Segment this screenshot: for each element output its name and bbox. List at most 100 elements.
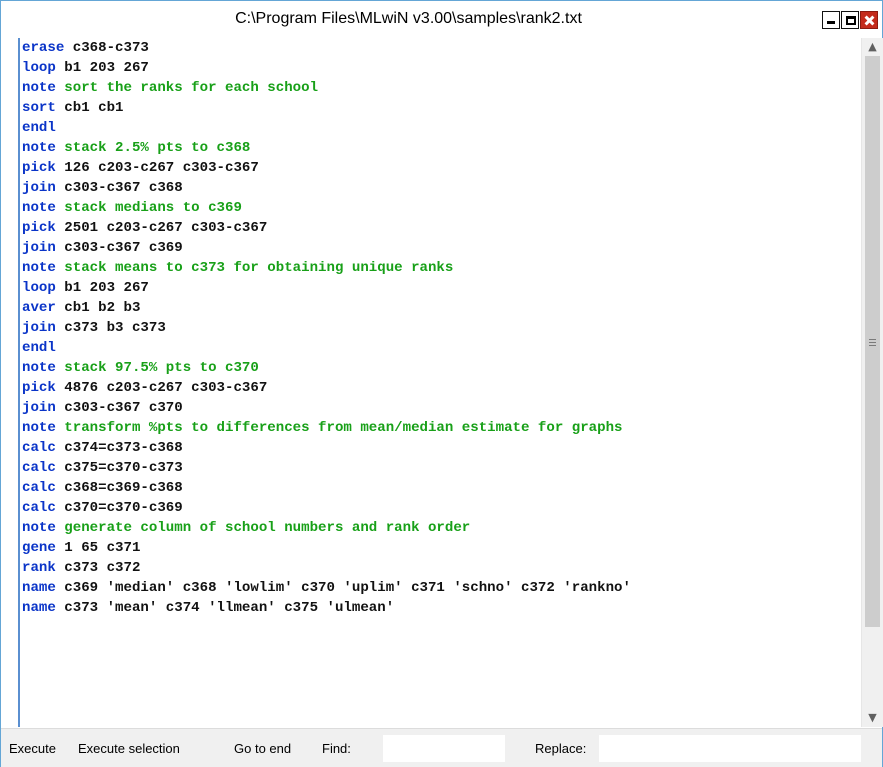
command-arguments: b1 203 267 [55,280,149,296]
script-command-line[interactable]: calc c374=c373-c368 [20,438,860,458]
scroll-down-arrow-icon[interactable]: ▼ [862,709,883,727]
note-text: transform %pts to differences from mean/… [55,420,623,436]
command-keyword: aver [22,300,56,316]
script-command-line[interactable]: join c303-c367 c368 [20,178,860,198]
command-keyword: pick [22,380,56,396]
command-keyword: join [22,180,56,196]
script-command-line[interactable]: gene 1 65 c371 [20,538,860,558]
note-text: generate column of school numbers and ra… [55,520,471,536]
script-command-line[interactable]: calc c370=c370-c369 [20,498,860,518]
script-command-line[interactable]: name c369 'median' c368 'lowlim' c370 'u… [20,578,860,598]
command-keyword: note [22,140,56,156]
note-text: stack 97.5% pts to c370 [55,360,259,376]
minimize-button[interactable] [822,11,840,29]
command-arguments: c373 c372 [55,560,141,576]
vertical-scrollbar[interactable]: ▲ ▼ [861,38,883,727]
command-arguments: cb1 b2 b3 [55,300,141,316]
command-keyword: name [22,580,56,596]
grip-line [869,345,876,346]
script-command-line[interactable]: erase c368-c373 [20,38,860,58]
find-input[interactable] [383,735,505,762]
script-command-line[interactable]: join c373 b3 c373 [20,318,860,338]
command-keyword: calc [22,500,56,516]
command-keyword: pick [22,160,56,176]
command-arguments: c375=c370-c373 [55,460,183,476]
command-keyword: note [22,360,56,376]
grip-line [869,342,876,343]
go-to-end-button[interactable]: Go to end [234,741,291,757]
command-keyword: join [22,320,56,336]
script-command-line[interactable]: calc c368=c369-c368 [20,478,860,498]
scroll-up-arrow-icon[interactable]: ▲ [862,38,883,56]
script-command-line[interactable]: calc c375=c370-c373 [20,458,860,478]
script-command-line[interactable]: aver cb1 b2 b3 [20,298,860,318]
script-command-line[interactable]: loop b1 203 267 [20,278,860,298]
replace-input[interactable] [599,735,861,762]
script-command-line[interactable]: pick 4876 c203-c267 c303-c367 [20,378,860,398]
note-text: sort the ranks for each school [55,80,319,96]
command-arguments: 1 65 c371 [55,540,141,556]
bottom-toolbar: Execute Execute selection Go to end Find… [1,728,882,767]
command-keyword: erase [22,40,65,56]
command-keyword: endl [22,340,56,356]
command-keyword: calc [22,440,56,456]
close-button[interactable] [860,11,878,29]
script-text-area[interactable]: erase c368-c373 loop b1 203 267 note sort … [20,38,860,727]
script-command-line[interactable]: loop b1 203 267 [20,58,860,78]
command-arguments: 4876 c203-c267 c303-c367 [55,380,268,396]
script-note-line[interactable]: note stack means to c373 for obtaining u… [20,258,860,278]
command-keyword: calc [22,480,56,496]
script-command-line[interactable]: endl [20,118,860,138]
command-keyword: name [22,600,56,616]
command-keyword: loop [22,60,56,76]
execute-selection-button[interactable]: Execute selection [78,741,180,757]
window-title: C:\Program Files\MLwiN v3.00\samples\ran… [235,10,582,27]
command-arguments: 126 c203-c267 c303-c367 [55,160,259,176]
script-command-line[interactable]: pick 2501 c203-c267 c303-c367 [20,218,860,238]
command-keyword: join [22,240,56,256]
command-arguments: c303-c367 c370 [55,400,183,416]
command-arguments: 2501 c203-c267 c303-c367 [55,220,268,236]
note-text: stack means to c373 for obtaining unique… [55,260,454,276]
command-keyword: note [22,80,56,96]
command-keyword: note [22,520,56,536]
command-arguments: c373 'mean' c374 'llmean' c375 'ulmean' [55,600,395,616]
command-arguments: cb1 cb1 [55,100,124,116]
command-keyword: note [22,200,56,216]
command-keyword: calc [22,460,56,476]
replace-label: Replace: [535,741,587,756]
command-arguments: c369 'median' c368 'lowlim' c370 'uplim'… [55,580,631,596]
command-keyword: rank [22,560,56,576]
maximize-button[interactable] [841,11,859,29]
grip-line [869,339,876,340]
command-arguments: c374=c373-c368 [55,440,183,456]
script-command-line[interactable]: join c303-c367 c370 [20,398,860,418]
script-note-line[interactable]: note stack 2.5% pts to c368 [20,138,860,158]
script-command-line[interactable]: endl [20,338,860,358]
command-keyword: loop [22,280,56,296]
command-keyword: endl [22,120,56,136]
script-note-line[interactable]: note stack medians to c369 [20,198,860,218]
script-note-line[interactable]: note sort the ranks for each school [20,78,860,98]
script-note-line[interactable]: note transform %pts to differences from … [20,418,860,438]
command-arguments: c370=c370-c369 [55,500,183,516]
note-text: stack 2.5% pts to c368 [55,140,251,156]
command-keyword: sort [22,100,56,116]
window-controls [822,11,878,29]
execute-button[interactable]: Execute [9,741,56,757]
command-keyword: gene [22,540,56,556]
command-arguments: c303-c367 c368 [55,180,183,196]
script-command-line[interactable]: join c303-c367 c369 [20,238,860,258]
script-command-line[interactable]: sort cb1 cb1 [20,98,860,118]
script-note-line[interactable]: note generate column of school numbers a… [20,518,860,538]
title-bar[interactable]: C:\Program Files\MLwiN v3.00\samples\ran… [1,1,882,37]
command-arguments: b1 203 267 [55,60,149,76]
command-arguments: c303-c367 c369 [55,240,183,256]
script-command-line[interactable]: pick 126 c203-c267 c303-c367 [20,158,860,178]
script-editor-window: C:\Program Files\MLwiN v3.00\samples\ran… [0,0,883,767]
script-command-line[interactable]: rank c373 c372 [20,558,860,578]
scroll-thumb[interactable] [865,56,880,627]
command-arguments: c373 b3 c373 [55,320,166,336]
script-note-line[interactable]: note stack 97.5% pts to c370 [20,358,860,378]
script-command-line[interactable]: name c373 'mean' c374 'llmean' c375 'ulm… [20,598,860,618]
